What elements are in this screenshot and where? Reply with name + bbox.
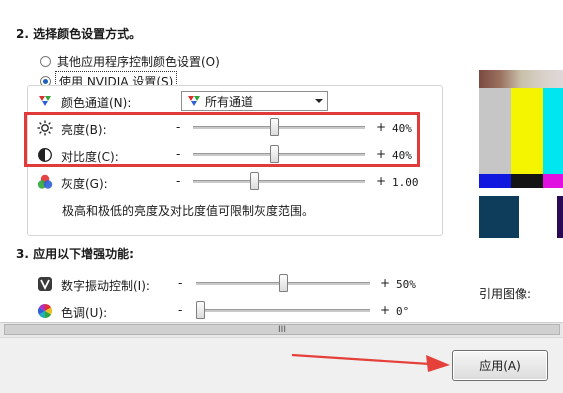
contrast-thumb[interactable] [270, 145, 279, 163]
gamma-track [193, 180, 365, 183]
reference-bar-black [511, 174, 543, 188]
color-channel-select-icon [186, 94, 202, 108]
hue-slider[interactable] [196, 300, 370, 320]
contrast-minus: - [176, 147, 181, 161]
section2-heading: 2. 选择颜色设置方式。 [16, 27, 142, 41]
reference-bar-navy [479, 196, 519, 238]
gamma-label: 灰度(G): [61, 177, 108, 191]
vibrance-value: 50% [396, 278, 416, 291]
vibrance-icon [37, 276, 53, 292]
contrast-track [193, 153, 365, 156]
section3-heading: 3. 应用以下增强功能: [16, 247, 134, 261]
horizontal-scrollbar[interactable]: III [0, 322, 563, 338]
vibrance-minus: - [178, 276, 183, 290]
reference-label: 引用图像: [479, 287, 532, 301]
vibrance-plus: + [380, 276, 391, 290]
reference-bar-magenta [543, 174, 563, 188]
reference-bar-purple [557, 196, 563, 238]
gamma-value: 1.00 [392, 176, 419, 189]
brightness-thumb[interactable] [270, 118, 279, 136]
reference-bar-cyan [543, 88, 563, 174]
brightness-icon [37, 120, 53, 136]
brightness-track [193, 126, 365, 129]
scrollbar-thumb[interactable]: III [4, 324, 560, 335]
radio-other-apps-label: 其他应用程序控制颜色设置(O) [57, 55, 220, 69]
reference-image [479, 70, 563, 238]
reference-gradient-strip [479, 70, 563, 88]
gamma-slider[interactable] [193, 171, 365, 191]
hue-value: 0° [396, 305, 410, 318]
hue-thumb[interactable] [196, 301, 205, 319]
reference-bar-white2 [519, 196, 557, 238]
vibrance-thumb[interactable] [279, 274, 288, 292]
chevron-down-icon[interactable] [315, 99, 323, 103]
color-channel-icon [37, 93, 53, 109]
gamma-plus: + [376, 174, 387, 188]
hue-icon [37, 303, 53, 319]
color-channel-select[interactable]: 所有通道 [181, 91, 328, 111]
scrollbar-grip: III [278, 324, 286, 335]
contrast-label: 对比度(C): [61, 150, 119, 164]
color-channel-selected-value: 所有通道 [205, 94, 254, 109]
apply-button-label: 应用(A) [479, 359, 521, 373]
apply-button[interactable]: 应用(A) [452, 350, 548, 381]
brightness-label: 亮度(B): [61, 123, 107, 137]
reference-bar-blue [479, 174, 511, 188]
hue-plus: + [380, 303, 391, 317]
brightness-plus: + [376, 120, 387, 134]
contrast-slider[interactable] [193, 144, 365, 164]
hue-minus: - [178, 303, 183, 317]
color-channel-label: 颜色通道(N): [61, 96, 132, 110]
contrast-value: 40% [392, 149, 412, 162]
reference-bar-gray [479, 88, 511, 174]
reference-bar-white [479, 188, 563, 196]
red-arrow-annotation [291, 353, 450, 372]
contrast-plus: + [376, 147, 387, 161]
gamma-thumb[interactable] [250, 172, 259, 190]
brightness-value: 40% [392, 122, 412, 135]
hue-label: 色调(U): [61, 306, 108, 320]
hint-text: 极高和极低的亮度及对比度值可限制灰度范围。 [62, 204, 315, 218]
reference-bar-yellow [511, 88, 543, 174]
hue-track [196, 309, 370, 312]
vibrance-label: 数字振动控制(I): [61, 279, 150, 293]
gamma-minus: - [176, 174, 181, 188]
brightness-minus: - [176, 120, 181, 134]
gamma-icon [37, 174, 53, 190]
contrast-icon [37, 147, 53, 163]
vibrance-slider[interactable] [196, 273, 370, 293]
radio-other-apps-button[interactable] [40, 56, 51, 67]
brightness-slider[interactable] [193, 117, 365, 137]
radio-other-apps[interactable]: 其他应用程序控制颜色设置(O) [40, 53, 220, 70]
